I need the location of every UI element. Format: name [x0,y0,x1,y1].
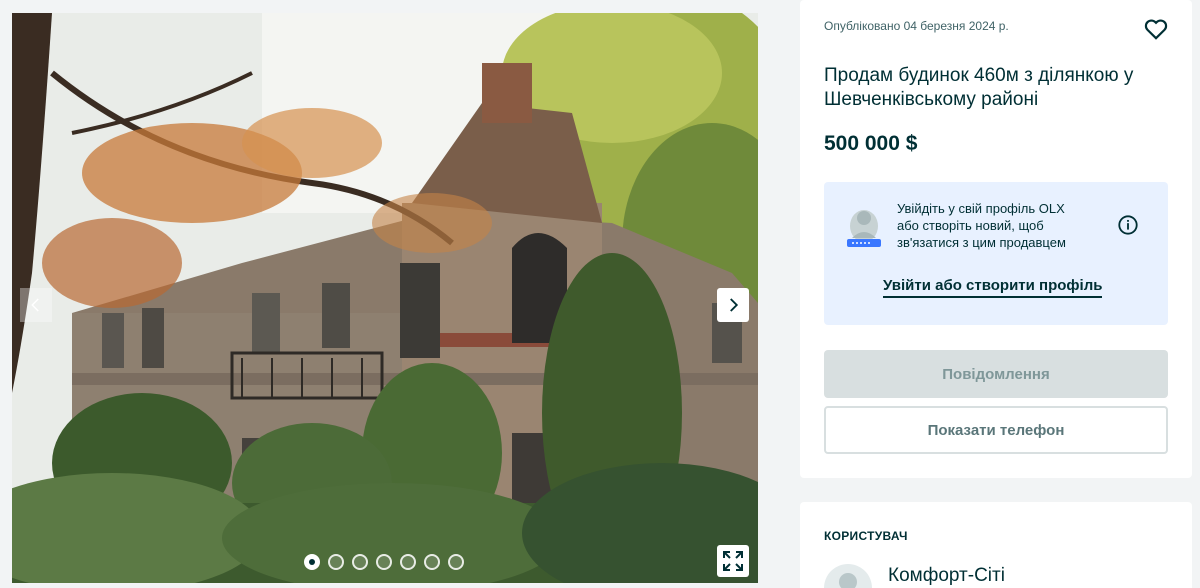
expand-icon [723,551,743,571]
pagination-dot[interactable] [304,554,320,570]
user-profile-icon [847,210,881,247]
ad-price: 500 000 $ [824,132,918,155]
login-prompt-text: Увійдіть у свій профіль OLX або створіть… [897,201,1066,250]
next-photo-button[interactable] [717,288,749,322]
fullscreen-button[interactable] [717,545,749,577]
pagination-dot[interactable] [352,554,368,570]
pagination-dot[interactable] [448,554,464,570]
login-or-register-link[interactable]: Увійти або створити профіль [883,277,1103,298]
show-phone-button[interactable]: Показати телефон [824,406,1168,454]
seller-name[interactable]: Комфорт-Сіті [888,565,1005,587]
chevron-right-icon [730,298,739,312]
info-icon[interactable] [1117,214,1139,236]
user-avatar-icon [839,573,857,588]
favorite-button[interactable] [1143,16,1169,42]
ad-details-card: Опубліковано 04 березня 2024 р. Продам б… [800,0,1192,478]
photo-pagination [304,554,464,570]
pagination-dot[interactable] [376,554,392,570]
published-date: Опубліковано 04 березня 2024 р. [824,19,1009,33]
avatar [824,564,872,588]
pagination-dot[interactable] [400,554,416,570]
heart-icon [1144,19,1168,40]
user-card: КОРИСТУВАЧ Комфорт-Сіті [800,502,1192,588]
login-prompt: Увійдіть у свій профіль OLX або створіть… [824,182,1168,325]
message-button[interactable]: Повідомлення [824,350,1168,398]
pagination-dot[interactable] [424,554,440,570]
listing-photo[interactable] [12,13,758,583]
previous-photo-button[interactable] [20,288,52,322]
chevron-left-icon [31,298,39,312]
photo-gallery[interactable] [12,13,758,583]
pagination-dot[interactable] [328,554,344,570]
user-section-heading: КОРИСТУВАЧ [824,529,908,543]
ad-title: Продам будинок 460м з ділянкою у Шевченк… [824,65,1134,110]
